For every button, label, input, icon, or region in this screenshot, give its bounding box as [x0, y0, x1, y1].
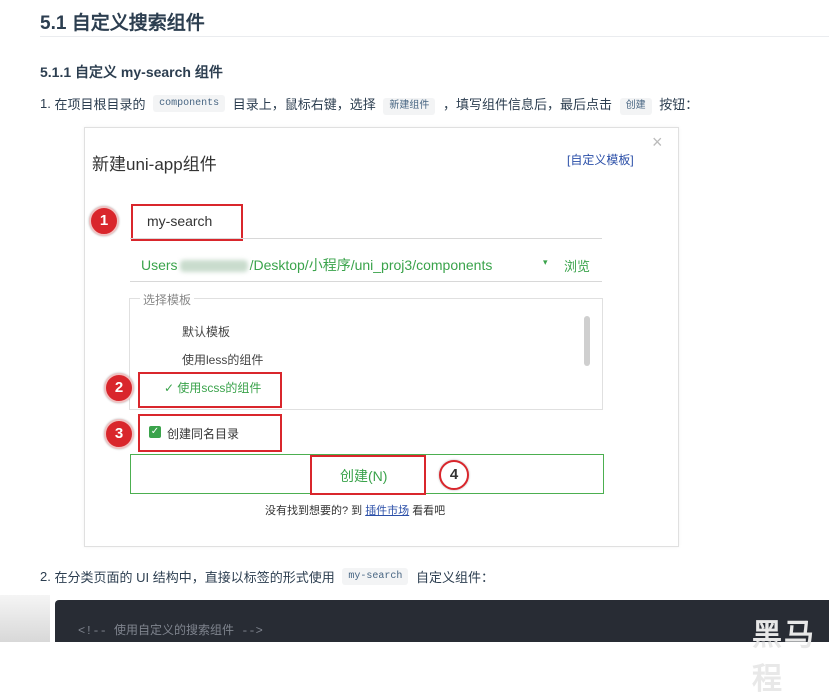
- footer-text-b: 看看吧: [412, 505, 446, 517]
- component-name-input[interactable]: my-search: [147, 213, 212, 229]
- inline-code-create: 创建: [619, 97, 652, 115]
- template-option-less[interactable]: 使用less的组件: [182, 351, 263, 368]
- path-suffix: /Desktop/小程序/uni_proj3/components: [249, 257, 493, 273]
- step-2-number: 2.: [40, 569, 51, 584]
- browse-button[interactable]: 浏览: [564, 256, 590, 275]
- path-dropdown-icon[interactable]: ▾: [543, 257, 548, 268]
- close-icon[interactable]: ×: [652, 132, 663, 153]
- step-badge-1: 1: [89, 206, 119, 236]
- path-underline: [130, 281, 602, 282]
- name-underline: [130, 238, 602, 239]
- section-title: 5.1 自定义搜索组件: [40, 13, 205, 34]
- template-legend: 选择模板: [140, 291, 195, 308]
- dialog-footer: 没有找到想要的? 到插件市场 看看吧: [265, 502, 445, 518]
- step-badge-3: 3: [104, 419, 134, 449]
- step-2-text-a: 在分类页面的 UI 结构中，直接以标签的形式使用: [54, 570, 335, 585]
- create-dir-checkbox[interactable]: ✓: [149, 426, 161, 438]
- plugin-market-link[interactable]: 插件市场: [365, 505, 409, 517]
- component-path-field[interactable]: Users/Desktop/小程序/uni_proj3/components: [141, 255, 492, 275]
- step-1: 1. 在项目根目录的 components 目录上，鼠标右键，选择 新建组件 ，…: [40, 94, 699, 115]
- inline-code-new-component: 新建组件: [383, 97, 436, 115]
- template-option-default[interactable]: 默认模板: [182, 323, 230, 340]
- page-corner-shadow: [0, 595, 50, 642]
- path-prefix: Users: [141, 257, 178, 273]
- step-1-number: 1.: [40, 96, 51, 111]
- watermark-logo: 黑马程: [752, 619, 816, 696]
- subsection-title: 5.1.1 自定义 my-search 组件: [40, 64, 223, 80]
- step-1-text-b: 目录上，鼠标右键，选择: [232, 97, 376, 112]
- step-2: 2. 在分类页面的 UI 结构中，直接以标签的形式使用 my-search 自定…: [40, 567, 494, 586]
- step-badge-2: 2: [104, 373, 134, 403]
- highlight-scss-box: [138, 372, 282, 408]
- inline-code-components: components: [153, 95, 226, 112]
- dialog-title: 新建uni-app组件: [92, 155, 217, 174]
- create-button-label: 创建(N): [340, 468, 388, 484]
- section-divider: [40, 36, 829, 37]
- template-scrollbar[interactable]: [584, 316, 590, 366]
- step-2-text-b: 自定义组件：: [415, 570, 494, 585]
- step-1-text-a: 在项目根目录的: [54, 97, 146, 112]
- footer-text-a: 没有找到想要的? 到: [265, 505, 363, 517]
- blurred-username: [179, 260, 248, 273]
- code-comment: <!-- 使用自定义的搜索组件 -->: [78, 624, 263, 638]
- step-1-text-d: 按钮：: [659, 97, 699, 112]
- inline-code-my-search: my-search: [342, 568, 409, 585]
- step-badge-4: 4: [439, 460, 469, 490]
- create-dir-label: 创建同名目录: [167, 427, 240, 441]
- custom-template-link[interactable]: [自定义模板]: [567, 151, 634, 168]
- step-1-text-c: ，填写组件信息后，最后点击: [443, 97, 613, 112]
